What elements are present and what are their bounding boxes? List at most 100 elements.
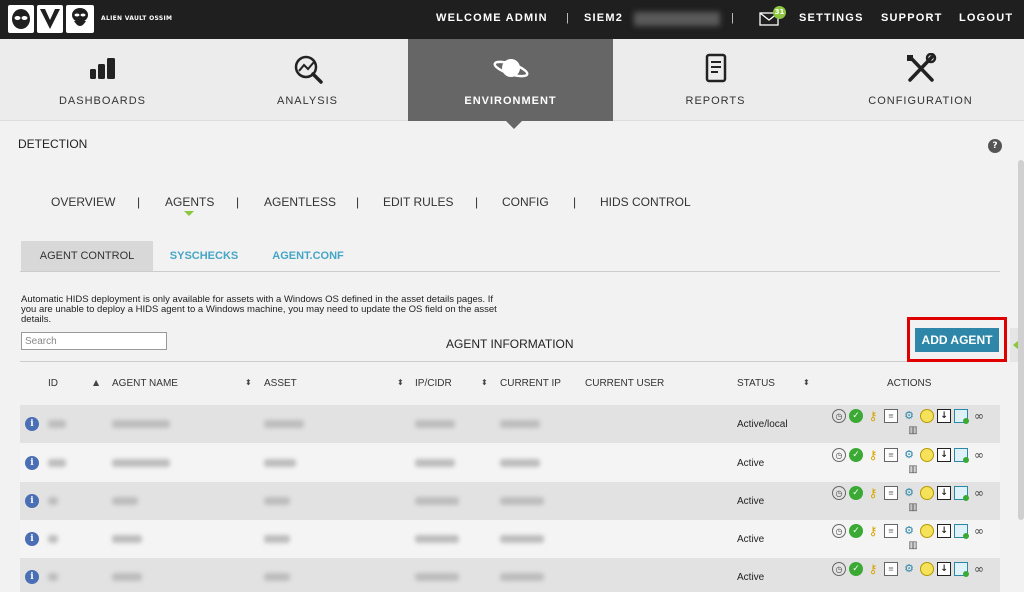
key-icon[interactable]: ⚷ bbox=[866, 562, 880, 576]
tab-agent-control[interactable]: AGENT CONTROL bbox=[21, 241, 153, 271]
config-icon[interactable]: ⚙ bbox=[902, 448, 916, 462]
download-icon[interactable]: ↓ bbox=[937, 448, 951, 462]
moon-icon[interactable] bbox=[920, 448, 934, 462]
subnav-edit-rules[interactable]: EDIT RULES bbox=[383, 195, 453, 209]
trash-icon[interactable]: ▥ bbox=[906, 463, 920, 477]
check-icon[interactable]: ✓ bbox=[849, 486, 863, 500]
trash-icon[interactable]: ▥ bbox=[906, 424, 920, 438]
sort-icon[interactable]: ⬍ bbox=[397, 378, 404, 387]
column-header-id[interactable]: ID bbox=[48, 378, 58, 389]
magnifier-chart-icon bbox=[294, 55, 323, 84]
config-icon[interactable]: ⚙ bbox=[902, 486, 916, 500]
info-icon[interactable]: i bbox=[25, 494, 39, 508]
column-header-ip-cidr[interactable]: IP/CIDR bbox=[415, 378, 452, 389]
image-icon[interactable] bbox=[954, 409, 969, 424]
tab-syschecks[interactable]: SYSCHECKS bbox=[160, 241, 248, 271]
settings-link[interactable]: SETTINGS bbox=[799, 12, 864, 24]
download-icon[interactable]: ↓ bbox=[937, 486, 951, 500]
nav-analysis[interactable]: ANALYSIS bbox=[205, 39, 410, 121]
download-icon[interactable]: ↓ bbox=[937, 409, 951, 423]
subnav-overview[interactable]: OVERVIEW bbox=[51, 195, 115, 209]
config-icon[interactable]: ⚙ bbox=[902, 562, 916, 576]
subnav-hids-control[interactable]: HIDS CONTROL bbox=[600, 195, 691, 209]
download-icon[interactable]: ↓ bbox=[937, 562, 951, 576]
table-row: i Active ◷ ✓ ⚷ ≡ ⚙ ↓ ∞ ▥ bbox=[20, 444, 1000, 482]
moon-icon[interactable] bbox=[920, 524, 934, 538]
tab-agent-conf[interactable]: AGENT.CONF bbox=[262, 241, 354, 271]
help-icon[interactable]: ? bbox=[988, 139, 1002, 153]
info-icon[interactable]: i bbox=[25, 532, 39, 546]
clock-icon[interactable]: ◷ bbox=[832, 486, 846, 500]
agent-status: Active/local bbox=[737, 419, 788, 430]
config-icon[interactable]: ⚙ bbox=[902, 524, 916, 538]
link-icon[interactable]: ∞ bbox=[972, 409, 986, 423]
info-icon[interactable]: i bbox=[25, 417, 39, 431]
nav-dashboards[interactable]: DASHBOARDS bbox=[0, 39, 205, 121]
subnav-agentless[interactable]: AGENTLESS bbox=[264, 195, 336, 209]
clock-icon[interactable]: ◷ bbox=[832, 409, 846, 423]
top-bar: ALIEN VAULT OSSIM WELCOME ADMIN | SIEM2 … bbox=[0, 0, 1024, 39]
column-header-status[interactable]: STATUS bbox=[737, 378, 775, 389]
search-input[interactable] bbox=[21, 332, 167, 350]
add-agent-button[interactable]: ADD AGENT bbox=[915, 328, 999, 352]
sort-icon[interactable]: ⬍ bbox=[803, 378, 810, 387]
config-icon[interactable]: ⚙ bbox=[902, 409, 916, 423]
column-header-current-ip[interactable]: CURRENT IP bbox=[500, 378, 561, 389]
row-actions: ◷ ✓ ⚷ ≡ ⚙ ↓ ∞ bbox=[832, 562, 997, 592]
clock-icon[interactable]: ◷ bbox=[832, 562, 846, 576]
server-name[interactable]: SIEM2 bbox=[584, 12, 623, 24]
image-icon[interactable] bbox=[954, 486, 969, 501]
moon-icon[interactable] bbox=[920, 409, 934, 423]
nav-environment[interactable]: ENVIRONMENT bbox=[408, 39, 613, 121]
column-header-agent-name[interactable]: AGENT NAME bbox=[112, 378, 178, 389]
check-icon[interactable]: ✓ bbox=[849, 562, 863, 576]
document-icon[interactable]: ≡ bbox=[884, 448, 898, 462]
trash-icon[interactable]: ▥ bbox=[906, 539, 920, 553]
trash-icon[interactable]: ▥ bbox=[906, 501, 920, 515]
redacted-current-ip bbox=[500, 420, 540, 428]
scrollbar[interactable] bbox=[1018, 160, 1024, 520]
key-icon[interactable]: ⚷ bbox=[866, 486, 880, 500]
key-icon[interactable]: ⚷ bbox=[866, 524, 880, 538]
sort-icon[interactable]: ⬍ bbox=[481, 378, 488, 387]
document-icon[interactable]: ≡ bbox=[884, 486, 898, 500]
check-icon[interactable]: ✓ bbox=[849, 448, 863, 462]
image-icon[interactable] bbox=[954, 562, 969, 577]
image-icon[interactable] bbox=[954, 524, 969, 539]
subnav-config[interactable]: CONFIG bbox=[502, 195, 549, 209]
row-actions: ◷ ✓ ⚷ ≡ ⚙ ↓ ∞ ▥ bbox=[832, 524, 997, 554]
key-icon[interactable]: ⚷ bbox=[866, 448, 880, 462]
clock-icon[interactable]: ◷ bbox=[832, 448, 846, 462]
link-icon[interactable]: ∞ bbox=[972, 486, 986, 500]
image-icon[interactable] bbox=[954, 448, 969, 463]
nav-reports[interactable]: REPORTS bbox=[613, 39, 818, 121]
column-header-asset[interactable]: ASSET bbox=[264, 378, 297, 389]
table-row: i Active ◷ ✓ ⚷ ≡ ⚙ ↓ ∞ bbox=[20, 558, 1000, 592]
link-icon[interactable]: ∞ bbox=[972, 562, 986, 576]
link-icon[interactable]: ∞ bbox=[972, 448, 986, 462]
check-icon[interactable]: ✓ bbox=[849, 524, 863, 538]
document-icon[interactable]: ≡ bbox=[884, 562, 898, 576]
info-icon[interactable]: i bbox=[25, 570, 39, 584]
redacted-id bbox=[48, 573, 58, 581]
clock-icon[interactable]: ◷ bbox=[832, 524, 846, 538]
redacted-asset bbox=[264, 535, 290, 543]
mail-count-badge: 31 bbox=[773, 6, 786, 19]
document-icon[interactable]: ≡ bbox=[884, 524, 898, 538]
nav-configuration[interactable]: CONFIGURATION bbox=[818, 39, 1023, 121]
link-icon[interactable]: ∞ bbox=[972, 524, 986, 538]
check-icon[interactable]: ✓ bbox=[849, 409, 863, 423]
sort-icon[interactable]: ⬍ bbox=[245, 378, 252, 387]
subnav-agents[interactable]: AGENTS bbox=[165, 195, 214, 209]
moon-icon[interactable] bbox=[920, 486, 934, 500]
logout-link[interactable]: LOGOUT bbox=[959, 12, 1013, 24]
sort-ascending-icon[interactable]: ▲ bbox=[93, 378, 99, 387]
moon-icon[interactable] bbox=[920, 562, 934, 576]
key-icon[interactable]: ⚷ bbox=[866, 409, 880, 423]
info-icon[interactable]: i bbox=[25, 456, 39, 470]
separator: | bbox=[356, 195, 360, 209]
support-link[interactable]: SUPPORT bbox=[881, 12, 943, 24]
redacted-asset bbox=[264, 420, 304, 428]
download-icon[interactable]: ↓ bbox=[937, 524, 951, 538]
document-icon[interactable]: ≡ bbox=[884, 409, 898, 423]
